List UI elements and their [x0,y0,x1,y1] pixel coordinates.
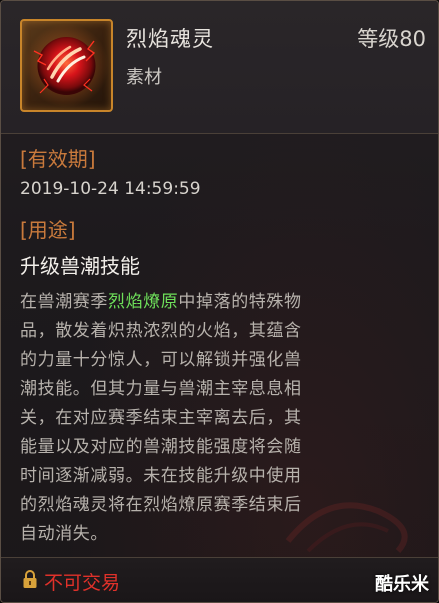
item-header: 烈焰魂灵 素材 等级80 [1,1,438,134]
description-line: 的烈焰魂灵将在烈焰燎原赛季结束后 [20,495,302,515]
description-text: 在兽潮赛季 [20,292,108,312]
description-line: 时间逐渐减弱。未在技能升级中使用 [20,466,302,486]
item-name: 烈焰魂灵 [126,27,214,51]
description-line: 潮技能。但其力量与兽潮主宰息息相 [20,379,302,399]
description-line: 能量以及对应的兽潮技能强度将会随 [20,437,302,457]
lock-icon [23,570,37,588]
watermark-text: 酷乐米 [375,574,429,595]
validity-date: 2019-10-24 14:59:59 [20,179,201,199]
item-description: 在兽潮赛季烈焰燎原中掉落的特殊物 品，散发着炽热浓烈的火焰，其蕴含 的力量十分惊… [20,288,425,549]
item-type: 素材 [126,67,162,88]
validity-title: [有效期] [20,147,96,171]
item-level: 等级80 [357,27,426,51]
trade-status: 不可交易 [44,572,121,594]
item-tooltip: 烈焰魂灵 素材 等级80 [有效期] 2019-10-24 14:59:59 [… [0,0,439,603]
usage-text: 升级兽潮技能 [20,254,140,278]
description-line: 自动消失。 [20,524,108,544]
description-line: 的力量十分惊人，可以解锁并强化兽 [20,350,302,370]
usage-title: [用途] [20,218,76,242]
description-line: 品，散发着炽热浓烈的火焰，其蕴含 [20,321,302,341]
description-line: 在兽潮赛季烈焰燎原中掉落的特殊物 [20,288,425,317]
description-text: 中掉落的特殊物 [178,292,302,312]
item-icon-frame [20,19,113,112]
item-footer: 不可交易 酷乐米 [1,557,438,602]
description-line: 关，在对应赛季结束主宰离去后，其 [20,408,302,428]
season-name-highlight: 烈焰燎原 [108,292,179,312]
fire-orb-icon [24,23,109,108]
